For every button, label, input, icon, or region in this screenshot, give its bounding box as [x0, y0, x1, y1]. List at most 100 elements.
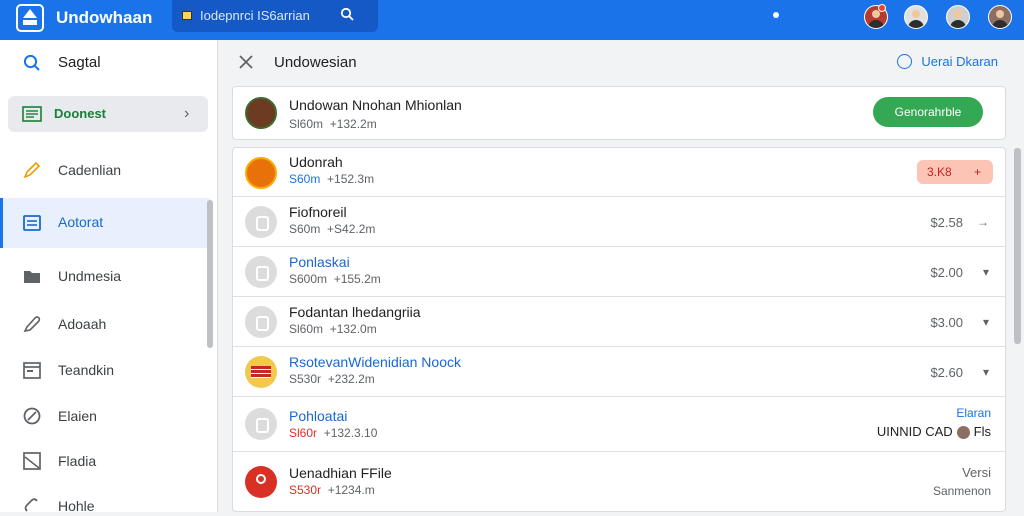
list-item[interactable]: RsotevanWidenidian Noock S530r +232.2m $… [233, 347, 1005, 397]
thumbnail-icon [245, 157, 277, 189]
placeholder-icon [245, 408, 277, 440]
sidebar: Sagtal Doonest › Cadenlian Aotorat Undme… [0, 40, 218, 514]
avatar[interactable] [988, 5, 1012, 29]
placeholder-icon [245, 306, 277, 338]
chevron-down-icon[interactable]: ▾ [983, 365, 989, 379]
main-scrollbar[interactable] [1014, 148, 1021, 344]
avatar[interactable] [904, 5, 928, 29]
sidebar-item-undmesia[interactable]: Undmesia [0, 252, 210, 302]
alert-icon [245, 466, 277, 498]
list-item[interactable]: Udonrah S60m +152.3m 3.K8 + [233, 148, 1005, 197]
top-bar: Undowhaan Iodepnrci IS6arrian [0, 0, 1024, 40]
search-icon [23, 54, 40, 71]
search-box[interactable]: Iodepnrci IS6arrian [172, 0, 378, 32]
list-item[interactable]: Uenadhian FFile S530r +1234.m Versi Sanm… [233, 452, 1005, 511]
summary-card[interactable]: Undowan Nnohan Mhionlan Sl60m +132.2m Ge… [232, 86, 1006, 140]
item-name: RsotevanWidenidian Noock [289, 354, 461, 370]
app-title: Undowhaan [56, 8, 153, 27]
clock-icon [897, 54, 912, 69]
sidebar-item-label: Aotorat [58, 214, 104, 230]
sidebar-item-teandkin[interactable]: Teandkin [0, 346, 210, 396]
chevron-down-icon[interactable]: ▾ [983, 265, 989, 279]
sidebar-directory[interactable]: Doonest › [8, 96, 208, 132]
item-name: Fiofnoreil [289, 204, 347, 220]
add-icon: + [973, 165, 981, 179]
image-icon [23, 452, 41, 470]
sidebar-search-label: Sagtal [58, 54, 101, 71]
item-name: Undowan Nnohan Mhionlan [289, 97, 462, 113]
sidebar-item-label: Cadenlian [58, 162, 122, 178]
sidebar-item-label: Teandkin [58, 362, 115, 378]
item-meta: S60m +S42.2m [289, 222, 376, 236]
pencil-icon [23, 161, 41, 179]
search-icon[interactable] [340, 7, 354, 21]
sidebar-item-label: Fladia [58, 453, 97, 469]
item-meta: S530r +1234.m [289, 483, 375, 497]
folder-icon [24, 271, 40, 283]
item-meta: Sl60r +132.3.10 [289, 426, 378, 440]
sidebar-item-label: Undmesia [58, 268, 122, 284]
sidebar-directory-label: Doonest [54, 106, 106, 121]
item-status: UINNID CAD Fls [876, 424, 991, 440]
sidebar-item-elaien[interactable]: Elaien [0, 392, 210, 442]
link-icon [24, 498, 38, 512]
avatar [956, 426, 970, 440]
list-item[interactable]: Pohloatai Sl60r +132.3.10 Elaran UINNID … [233, 397, 1005, 452]
sidebar-item-aotorat[interactable]: Aotorat [0, 198, 210, 248]
item-name: Uenadhian FFile [289, 465, 392, 481]
item-version: Versi [962, 465, 991, 480]
item-meta: Sl60m +132.0m [289, 322, 377, 336]
arrow-right-icon[interactable]: → [977, 215, 989, 229]
close-icon[interactable] [238, 54, 254, 70]
search-input[interactable]: Iodepnrci IS6arrian [200, 8, 310, 23]
header-link[interactable]: Uerai Dkaran [921, 54, 998, 69]
sidebar-item-adoaah[interactable]: Adoaah [0, 300, 210, 350]
placeholder-icon [245, 206, 277, 238]
list-item[interactable]: Fiofnoreil S60m +S42.2m $2.58 → [233, 197, 1005, 247]
item-meta: Sl60m +132.2m [289, 117, 377, 131]
sidebar-item-label: Adoaah [58, 316, 107, 332]
sidebar-item-cadenlian[interactable]: Cadenlian [0, 146, 210, 196]
sidebar-item-fladia[interactable]: Fladia [0, 437, 210, 487]
item-name: Pohloatai [289, 408, 348, 424]
chevron-down-icon[interactable]: ▾ [983, 315, 989, 329]
house-logo-icon[interactable] [16, 4, 44, 32]
thumbnail-icon [245, 97, 277, 129]
generate-button[interactable]: Genorahrble [873, 97, 983, 127]
item-link[interactable]: Elaran [956, 406, 991, 420]
item-price: $3.00 [930, 315, 963, 330]
item-meta: S600m +155.2m [289, 272, 381, 286]
item-list: Udonrah S60m +152.3m 3.K8 + Fiofnoreil S6… [232, 147, 1006, 512]
sidebar-item-label: Elaien [58, 408, 97, 424]
flag-thumbnail-icon [245, 356, 277, 388]
avatar[interactable] [946, 5, 970, 29]
page-title: Undowesian [274, 54, 357, 71]
sidebar-scrollbar[interactable] [207, 200, 213, 348]
panel-header: Undowesian Uerai Dkaran [218, 40, 1024, 84]
notification-badge [878, 4, 886, 12]
price-tag[interactable]: 3.K8 + [917, 160, 993, 184]
list-item[interactable]: Fodantan lhedangriia Sl60m +132.0m $3.00… [233, 297, 1005, 347]
list-icon [22, 106, 42, 122]
item-meta: S530r +232.2m [289, 372, 375, 386]
list-item[interactable]: Ponlaskai S600m +155.2m $2.00 ▾ [233, 247, 1005, 297]
item-meta: S60m +152.3m [289, 172, 375, 186]
main-panel: Undowesian Uerai Dkaran Undowan Nnohan M… [218, 40, 1024, 512]
item-price: $2.00 [930, 265, 963, 280]
pen-icon [23, 316, 41, 333]
item-name: Ponlaskai [289, 254, 350, 270]
sidebar-search[interactable]: Sagtal [0, 40, 218, 86]
item-price: $2.58 [930, 215, 963, 230]
item-price: $2.60 [930, 365, 963, 380]
status-dot-icon [773, 12, 779, 18]
circle-slash-icon [23, 407, 41, 425]
item-status: Sanmenon [932, 484, 991, 498]
sidebar-item-hohle[interactable]: Hohle [0, 482, 210, 514]
calendar-icon [23, 362, 41, 379]
flag-icon [182, 11, 192, 20]
placeholder-icon [245, 256, 277, 288]
item-name: Udonrah [289, 154, 343, 170]
item-name: Fodantan lhedangriia [289, 304, 421, 320]
document-icon [23, 215, 41, 231]
chevron-right-icon: › [184, 105, 190, 122]
